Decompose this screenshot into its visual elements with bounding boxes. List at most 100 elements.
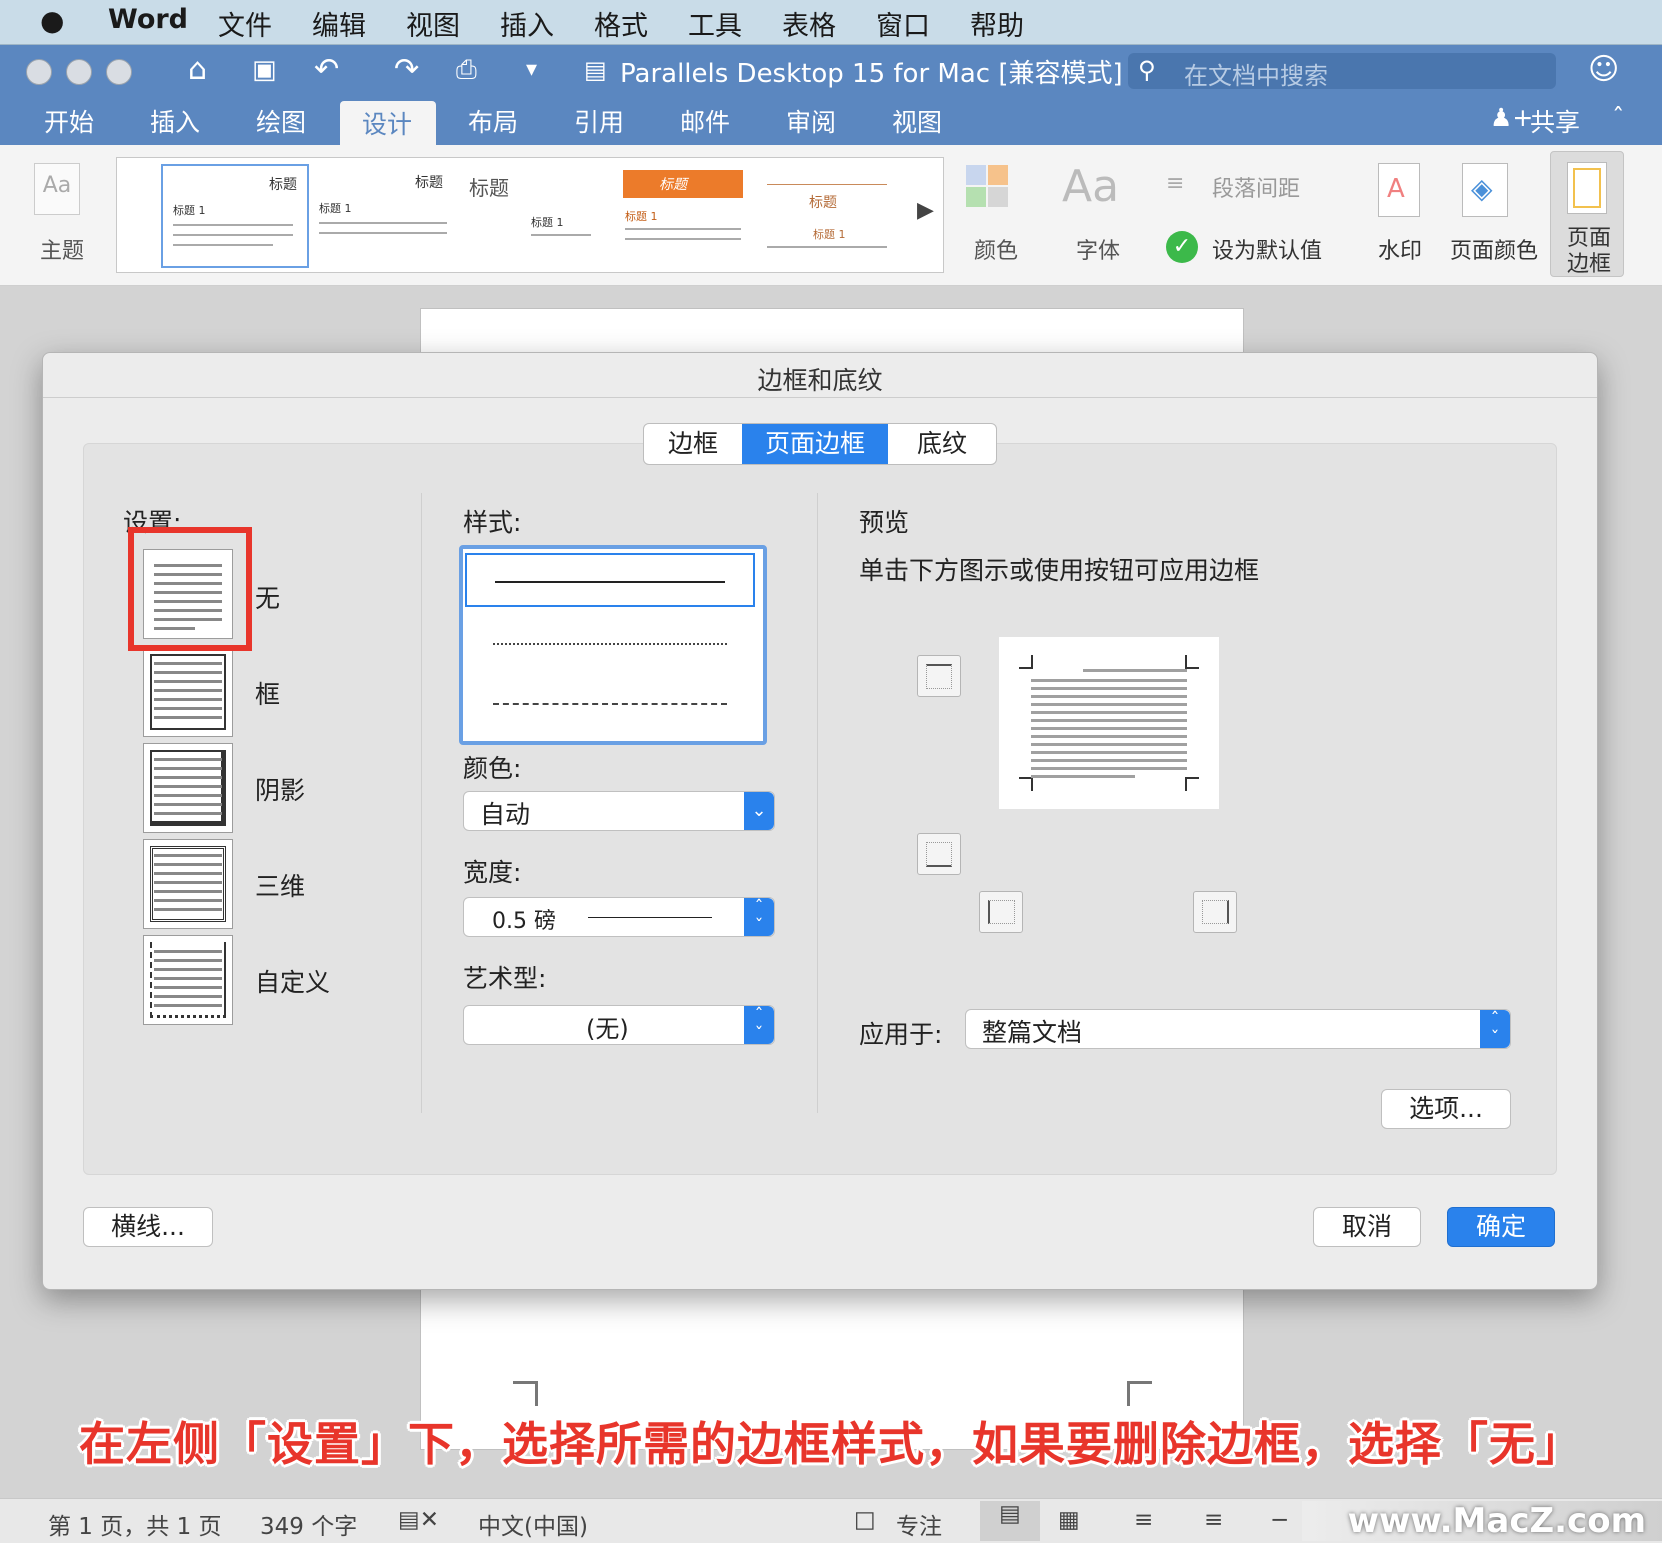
proofing-icon[interactable]: ▤✕ (398, 1507, 439, 1533)
style-set-thumb[interactable]: 标题 标题 1 (461, 164, 601, 264)
themes-label: 主题 (40, 239, 85, 264)
paragraph-spacing-icon[interactable]: ≡ (1166, 171, 1184, 196)
window-title-bar: ⌂ ▣ ↶ ↷ ⎙ ▾ ▤ Parallels Desktop 15 for M… (0, 45, 1662, 95)
style-set-thumb[interactable]: 标题 标题 1 (313, 164, 453, 264)
language-status[interactable]: 中文(中国) (478, 1507, 588, 1541)
undo-icon[interactable]: ↶ (314, 51, 339, 89)
line-style-dashed[interactable] (493, 703, 727, 705)
gallery-next-icon[interactable]: ▶ (917, 198, 934, 223)
tab-review[interactable]: 审阅 (786, 103, 836, 139)
colors-label: 颜色 (974, 239, 1019, 264)
line-style-solid[interactable] (465, 553, 755, 607)
menu-window[interactable]: 窗口 (876, 4, 930, 43)
web-layout-icon[interactable]: ▦ (1058, 1507, 1080, 1533)
menu-help[interactable]: 帮助 (970, 4, 1024, 43)
setting-3d-icon[interactable] (143, 839, 233, 929)
left-border-button[interactable] (979, 891, 1023, 933)
close-window-button[interactable] (26, 59, 52, 85)
focus-button[interactable]: 专注 (896, 1507, 942, 1541)
tab-design[interactable]: 设计 (340, 101, 436, 145)
dialog-panel (83, 443, 1557, 1175)
bottom-border-button[interactable] (917, 833, 961, 875)
tab-borders[interactable]: 边框 (644, 424, 743, 464)
setting-box-icon[interactable] (143, 647, 233, 737)
top-border-button[interactable] (917, 655, 961, 697)
customize-toolbar-icon[interactable]: ▾ (526, 51, 537, 89)
outline-view-icon[interactable]: ≡ (1134, 1507, 1153, 1533)
zoom-out-icon[interactable]: − (1270, 1507, 1289, 1533)
setting-box-label[interactable]: 框 (255, 675, 280, 711)
page-corner-mark (513, 1381, 538, 1406)
menu-tools[interactable]: 工具 (688, 4, 742, 43)
document-title: Parallels Desktop 15 for Mac [兼容模式] (620, 59, 1123, 89)
watermark-icon[interactable]: A (1378, 163, 1420, 217)
page-borders-button[interactable]: 页面 边框 (1550, 151, 1624, 277)
fonts-icon[interactable]: Aa (1062, 161, 1119, 212)
tab-page-border[interactable]: 页面边框 (742, 424, 888, 464)
menu-file[interactable]: 文件 (218, 4, 272, 43)
colors-icon[interactable] (966, 165, 1010, 209)
setting-3d-label[interactable]: 三维 (255, 867, 305, 903)
tab-insert[interactable]: 插入 (150, 103, 200, 139)
options-button[interactable]: 选项... (1381, 1089, 1511, 1129)
menu-edit[interactable]: 编辑 (312, 4, 366, 43)
save-icon[interactable]: ▣ (252, 51, 277, 89)
home-icon[interactable]: ⌂ (188, 51, 207, 89)
share-button[interactable]: 共享 (1530, 103, 1580, 139)
apple-menu-icon[interactable]: ● (40, 4, 64, 37)
line-style-list[interactable] (459, 545, 767, 745)
print-layout-icon[interactable]: ▤ (980, 1501, 1040, 1541)
ok-button[interactable]: 确定 (1447, 1207, 1555, 1247)
border-preview[interactable] (999, 637, 1219, 809)
menu-table[interactable]: 表格 (782, 4, 836, 43)
tab-home[interactable]: 开始 (44, 103, 94, 139)
setting-custom-icon[interactable] (143, 935, 233, 1025)
redo-icon[interactable]: ↷ (394, 51, 419, 89)
menu-insert[interactable]: 插入 (500, 4, 554, 43)
apply-to-label: 应用于: (859, 1020, 943, 1049)
watermark-button[interactable]: 水印 (1378, 233, 1422, 265)
style-set-thumb[interactable]: 标题 标题 1 (161, 164, 309, 268)
page-color-icon[interactable]: ◈ (1462, 163, 1508, 217)
tab-draw[interactable]: 绘图 (256, 103, 306, 139)
minimize-window-button[interactable] (66, 59, 92, 85)
word-count[interactable]: 349 个字 (260, 1507, 357, 1541)
page-color-button[interactable]: 页面颜色 (1450, 233, 1538, 265)
menu-format[interactable]: 格式 (594, 4, 648, 43)
add-person-icon[interactable]: ♟+ (1490, 103, 1533, 132)
page-count[interactable]: 第 1 页，共 1 页 (48, 1507, 222, 1541)
line-style-dotted[interactable] (493, 643, 727, 645)
cancel-button[interactable]: 取消 (1313, 1207, 1421, 1247)
search-icon: ⚲ (1138, 56, 1156, 84)
search-input[interactable]: ⚲ 在文档中搜索 (1128, 53, 1556, 90)
tab-references[interactable]: 引用 (574, 103, 624, 139)
set-as-default-button[interactable]: 设为默认值 (1212, 233, 1322, 265)
apply-to-select[interactable]: 整篇文档 ˆˇ (965, 1009, 1511, 1049)
setting-none-label[interactable]: 无 (255, 579, 280, 615)
tab-layout[interactable]: 布局 (468, 103, 518, 139)
menu-view[interactable]: 视图 (406, 4, 460, 43)
menu-app-name[interactable]: Word (108, 4, 188, 35)
smiley-feedback-icon[interactable]: ☺ (1588, 51, 1619, 89)
width-select[interactable]: 0.5 磅 ˆˇ (463, 897, 775, 937)
tab-shading[interactable]: 底纹 (888, 424, 996, 464)
tab-view[interactable]: 视图 (892, 103, 942, 139)
focus-icon[interactable]: □ (854, 1507, 876, 1533)
tab-mailings[interactable]: 邮件 (680, 103, 730, 139)
page-borders-icon (1567, 162, 1607, 214)
art-select[interactable]: (无) ˆˇ (463, 1005, 775, 1045)
draft-view-icon[interactable]: ≡ (1204, 1507, 1223, 1533)
setting-shadow-icon[interactable] (143, 743, 233, 833)
right-border-button[interactable] (1193, 891, 1237, 933)
style-set-thumb[interactable]: 标题 标题 1 (609, 164, 749, 264)
style-set-thumb[interactable]: 标题 标题 1 (757, 164, 897, 264)
collapse-ribbon-icon[interactable]: ˆ (1612, 103, 1625, 132)
themes-icon[interactable]: Aa (34, 163, 80, 215)
setting-shadow-label[interactable]: 阴影 (255, 771, 305, 807)
horizontal-line-button[interactable]: 横线... (83, 1207, 213, 1247)
paragraph-spacing-button[interactable]: 段落间距 (1212, 171, 1300, 203)
setting-custom-label[interactable]: 自定义 (255, 963, 330, 999)
print-icon[interactable]: ⎙ (456, 51, 477, 89)
zoom-window-button[interactable] (106, 59, 132, 85)
color-select[interactable]: 自动 ⌄ (463, 791, 775, 831)
